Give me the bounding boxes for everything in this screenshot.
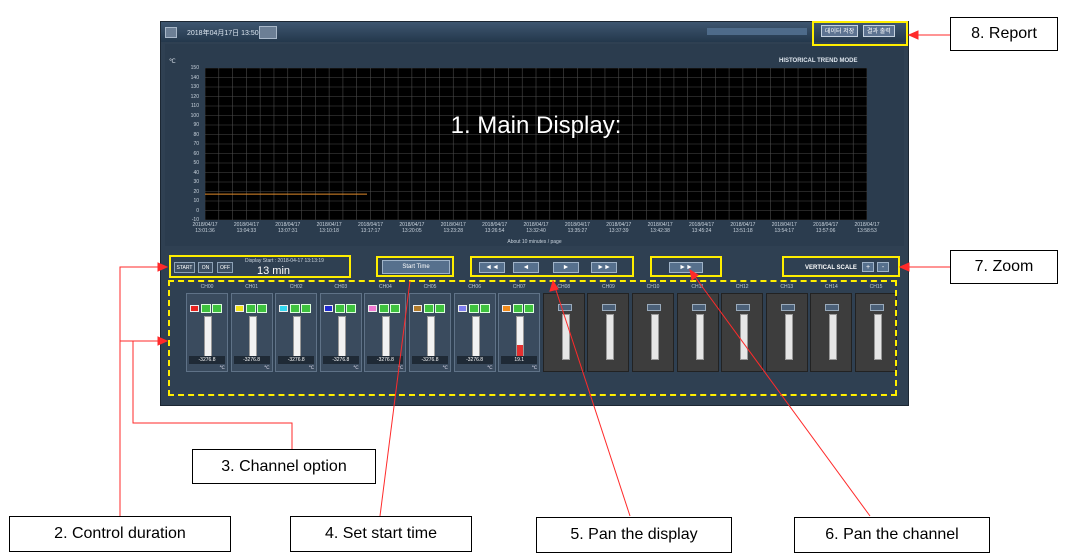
- callout-control-duration: 2. Control duration: [9, 516, 231, 552]
- callout-report: 8. Report: [950, 17, 1058, 51]
- callout-zoom: 7. Zoom: [950, 250, 1058, 284]
- callout-channel-option: 3. Channel option: [192, 449, 376, 484]
- callout-pan-display: 5. Pan the display: [536, 517, 732, 553]
- callout-set-start-time: 4. Set start time: [290, 516, 472, 552]
- callout-pan-channel: 6. Pan the channel: [794, 517, 990, 553]
- callout-lines: [119, 30, 950, 517]
